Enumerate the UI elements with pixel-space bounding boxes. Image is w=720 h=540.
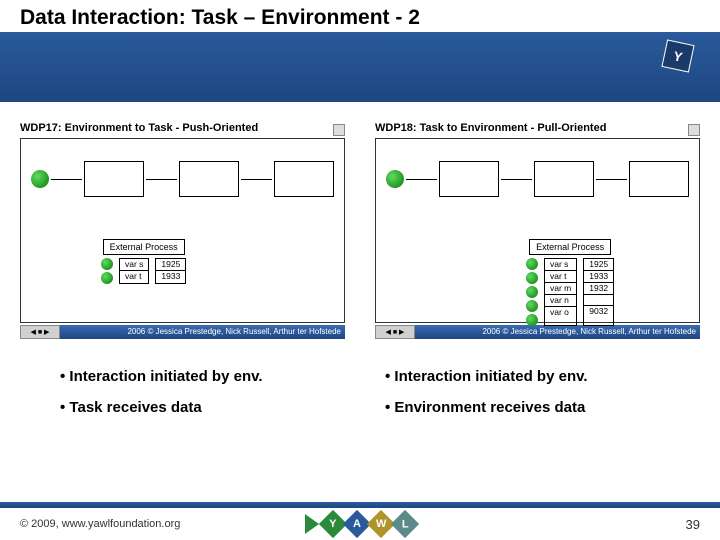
var-value: 9032 bbox=[584, 305, 613, 317]
task-box bbox=[274, 161, 334, 197]
corner-logo: Y bbox=[664, 42, 700, 78]
variable-table: var s var t var m var n var o 1925 1933 … bbox=[526, 258, 614, 326]
start-node-icon bbox=[31, 170, 49, 188]
var-name: var t bbox=[545, 270, 576, 282]
panel-heading: WDP17: Environment to Task - Push-Orient… bbox=[20, 122, 258, 134]
var-name: var m bbox=[545, 282, 576, 294]
var-name: var t bbox=[120, 270, 148, 282]
page-title: Data Interaction: Task – Environment - 2 bbox=[20, 6, 700, 30]
corner-decor bbox=[688, 124, 700, 136]
var-name: var s bbox=[120, 259, 148, 270]
task-box bbox=[84, 161, 144, 197]
var-value bbox=[584, 294, 613, 305]
var-dot-icon bbox=[526, 258, 538, 270]
var-dot-icon bbox=[526, 300, 538, 312]
var-dot-icon bbox=[101, 272, 113, 284]
var-value: 1925 bbox=[584, 259, 613, 270]
bullet-point: Task receives data bbox=[60, 399, 355, 416]
page-number: 39 bbox=[686, 517, 700, 532]
copyright-text: © 2009, www.yawlfoundation.org bbox=[20, 518, 180, 530]
bullet-point: Interaction initiated by env. bbox=[60, 368, 355, 385]
external-process-label: External Process bbox=[103, 239, 185, 255]
var-value: 1933 bbox=[156, 270, 185, 282]
bullet-point: Interaction initiated by env. bbox=[385, 368, 680, 385]
yawl-logo: Y A W L bbox=[305, 514, 415, 534]
right-panel: WDP18: Task to Environment - Pull-Orient… bbox=[375, 122, 700, 340]
var-value: 1925 bbox=[156, 259, 185, 270]
var-dot-icon bbox=[101, 258, 113, 270]
credit-text: 2006 © Jessica Prestedge, Nick Russell, … bbox=[415, 325, 700, 339]
variable-table: var s var t 1925 1933 bbox=[101, 258, 186, 284]
var-name: var s bbox=[545, 259, 576, 270]
header-bar: Y bbox=[0, 32, 720, 102]
task-box bbox=[439, 161, 499, 197]
playback-controls[interactable]: ◀ ■ ▶ bbox=[375, 325, 415, 339]
var-dot-icon bbox=[526, 272, 538, 284]
panel-heading: WDP18: Task to Environment - Pull-Orient… bbox=[375, 122, 606, 134]
task-box bbox=[179, 161, 239, 197]
left-panel: WDP17: Environment to Task - Push-Orient… bbox=[20, 122, 345, 340]
diagram-wdp18: External Process var s var t var m var n bbox=[375, 138, 700, 323]
var-dot-icon bbox=[526, 286, 538, 298]
var-name: var o bbox=[545, 306, 576, 318]
task-box bbox=[629, 161, 689, 197]
credit-text: 2006 © Jessica Prestedge, Nick Russell, … bbox=[60, 325, 345, 339]
playback-controls[interactable]: ◀ ■ ▶ bbox=[20, 325, 60, 339]
external-process-label: External Process bbox=[529, 239, 611, 255]
play-icon bbox=[305, 514, 319, 534]
var-value: 1932 bbox=[584, 282, 613, 294]
bullet-summary: Interaction initiated by env. Task recei… bbox=[0, 340, 720, 430]
footer: © 2009, www.yawlfoundation.org Y A W L 3… bbox=[0, 508, 720, 540]
start-node-icon bbox=[386, 170, 404, 188]
corner-decor bbox=[333, 124, 345, 136]
task-box bbox=[534, 161, 594, 197]
var-name: var n bbox=[545, 294, 576, 306]
diagram-area: WDP17: Environment to Task - Push-Orient… bbox=[0, 102, 720, 340]
diagram-wdp17: External Process var s var t 1925 1933 bbox=[20, 138, 345, 323]
var-value: 1933 bbox=[584, 270, 613, 282]
bullet-point: Environment receives data bbox=[385, 399, 680, 416]
var-dot-icon bbox=[526, 314, 538, 326]
